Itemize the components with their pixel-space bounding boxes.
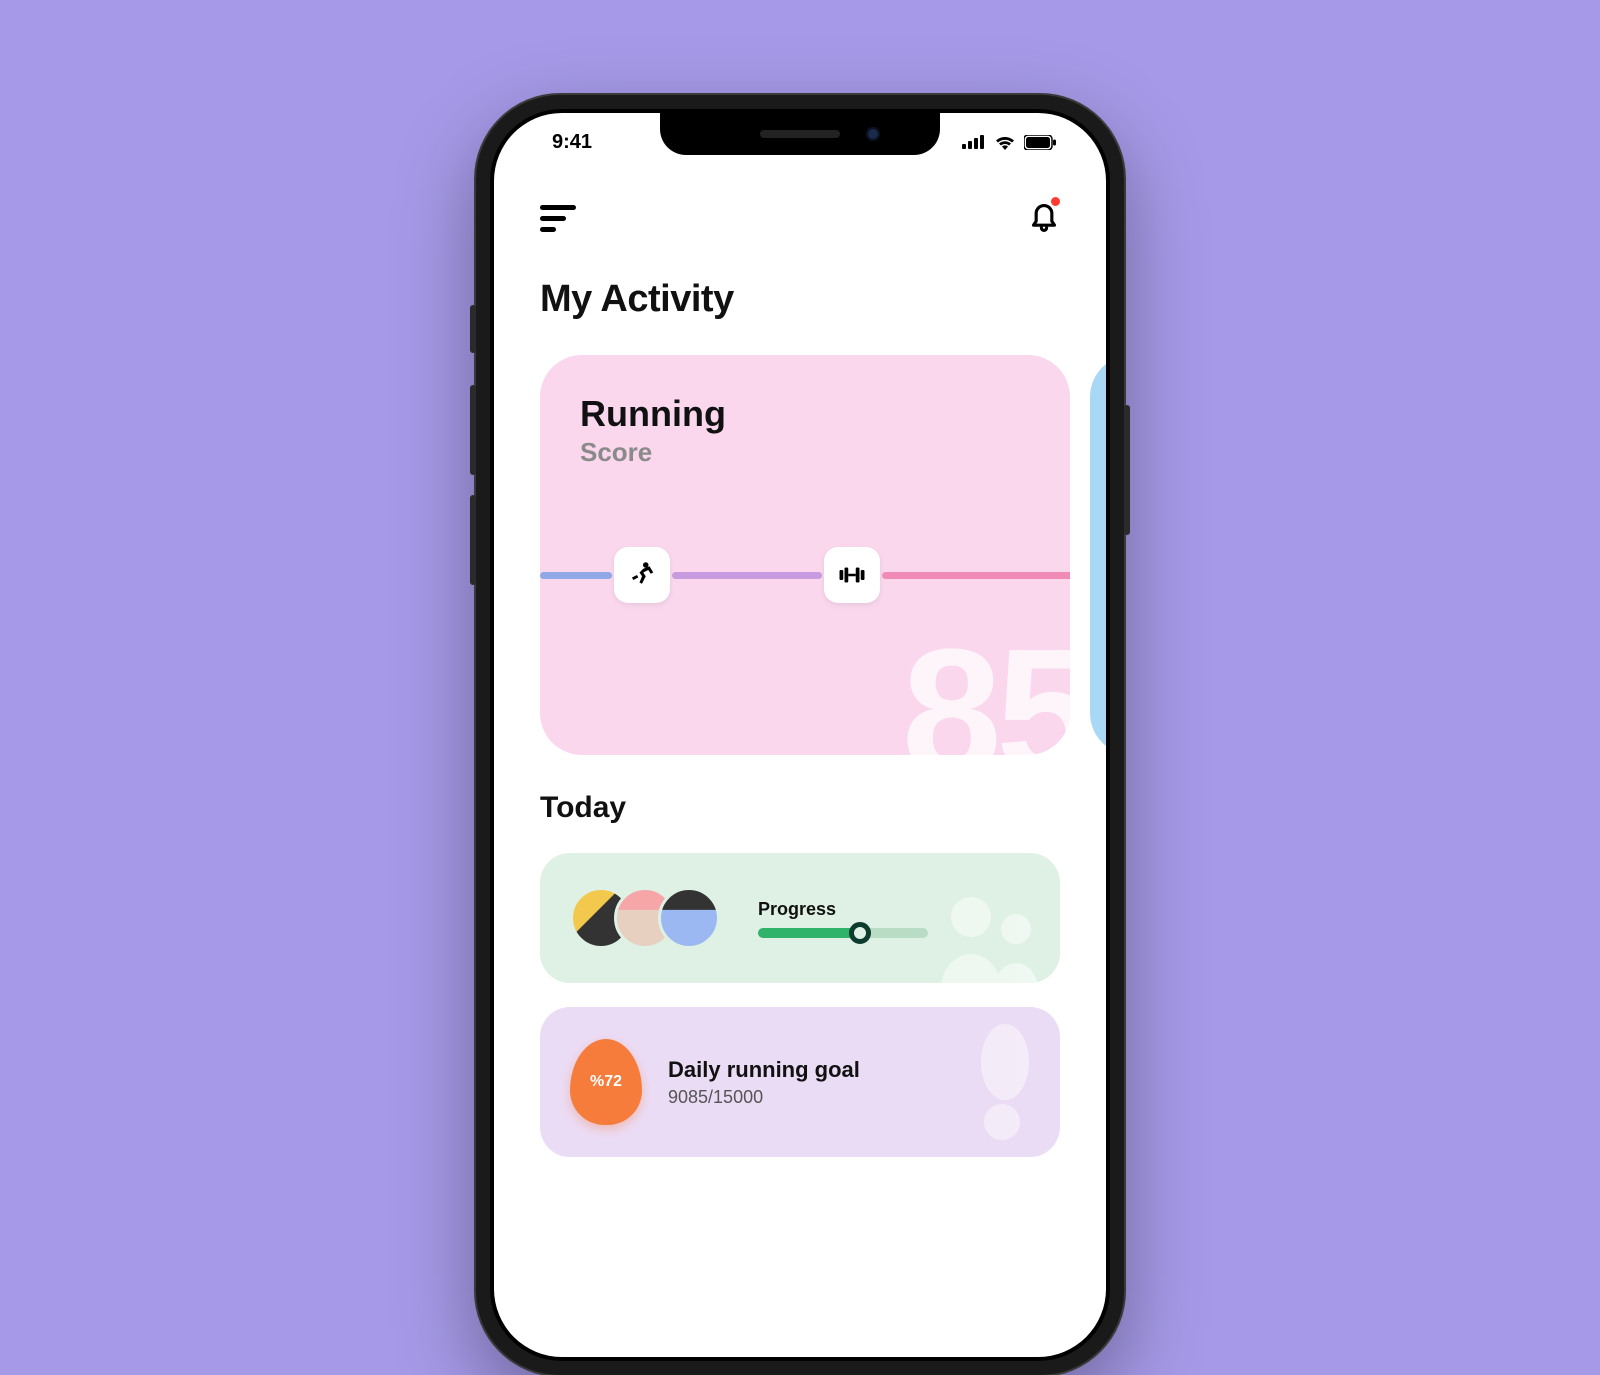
volume-down-button [470,495,476,585]
cellular-icon [962,135,986,149]
progress-bar[interactable] [758,928,928,938]
notch [660,113,940,155]
timeline-segment [540,572,612,579]
progress-knob[interactable] [849,922,871,944]
status-indicators [962,134,1056,150]
mute-switch [470,305,476,353]
power-button [1124,405,1130,535]
section-title-today: Today [494,755,1106,833]
activity-cards-row[interactable]: Running Score 85 [494,327,1106,755]
activity-card-subtitle: Score [580,437,1030,468]
timeline-node-running[interactable] [614,547,670,603]
status-time: 9:41 [552,131,592,154]
activity-score-number: 85 [902,623,1070,755]
dumbbell-icon [837,560,867,590]
activity-card-title: Running [580,393,1030,435]
volume-up-button [470,385,476,475]
timeline-node-weights[interactable] [824,547,880,603]
app-screen: 9:41 [494,113,1106,1357]
timeline-segment [882,572,1070,579]
progress-label: Progress [758,899,928,920]
goal-title: Daily running goal [668,1057,860,1083]
wifi-icon [994,134,1016,150]
goal-card[interactable]: %72 Daily running goal 9085/15000 [540,1007,1060,1157]
goal-percent-value: %72 [590,1073,622,1091]
menu-icon[interactable] [540,205,576,233]
progress-card[interactable]: Progress [540,853,1060,983]
timeline-segment [672,572,822,579]
people-icon [926,889,1046,983]
app-header [494,171,1106,244]
activity-card-next[interactable] [1090,355,1106,755]
page-title: My Activity [494,244,1106,327]
goal-percent-badge: %72 [570,1039,642,1125]
goal-subtitle: 9085/15000 [668,1087,860,1108]
activity-timeline [540,545,1070,605]
notification-dot-icon [1051,197,1060,206]
footprint-icon [960,1017,1040,1147]
progress-bar-fill [758,928,860,938]
activity-card-running[interactable]: Running Score 85 [540,355,1070,755]
notifications-button[interactable] [1028,199,1060,238]
running-icon [627,560,657,590]
avatar-group[interactable] [570,887,720,949]
phone-frame: 9:41 [476,95,1124,1375]
avatar[interactable] [658,887,720,949]
battery-icon [1024,135,1056,150]
progress-block: Progress [758,899,928,938]
